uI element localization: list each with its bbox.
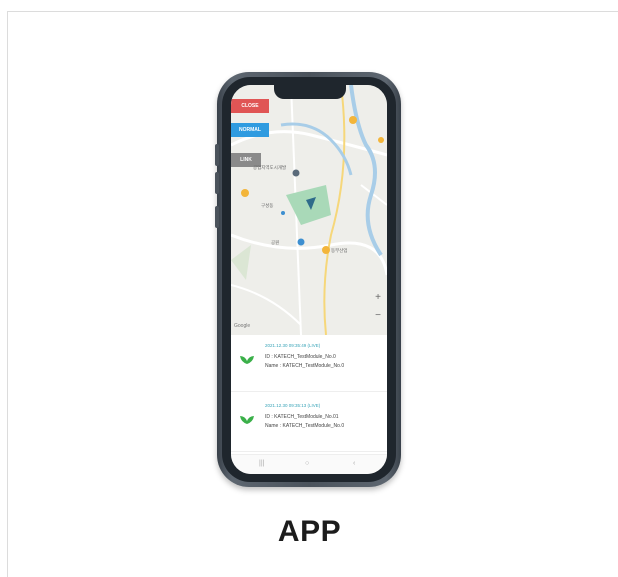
map-label: 동부산업 (331, 248, 348, 253)
phone-side-button (215, 144, 219, 166)
device-list: 2021.12.30 09:35:49 (LIVE) ID : KATECH_T… (231, 335, 387, 455)
leaf-icon (240, 356, 254, 364)
home-icon[interactable]: ○ (305, 460, 309, 467)
map-label: 구성동 (261, 203, 274, 208)
phone-side-button (215, 206, 219, 228)
zoom-out-button[interactable]: − (373, 311, 383, 321)
caption-title: APP (277, 515, 342, 548)
google-logo: Google (234, 323, 251, 329)
menu-icon[interactable]: ||| (259, 460, 264, 467)
map-view[interactable]: CLOSE NORMAL LINK 공업지역도시개발 구성동 공원 동부산업 +… (231, 85, 387, 335)
list-item[interactable]: 2021.12.30 09:35:13 (LIVE) ID : KATECH_T… (231, 395, 387, 452)
list-item-name: Name : KATECH_TestModule_No.0 (265, 423, 345, 429)
leaf-icon (240, 416, 254, 424)
close-button[interactable]: CLOSE (231, 99, 269, 113)
list-item-name: Name : KATECH_TestModule_No.0 (265, 363, 345, 369)
list-item-date: 2021.12.30 09:35:49 (LIVE) (265, 343, 321, 348)
normal-mode-button[interactable]: NORMAL (231, 123, 269, 137)
zoom-in-button[interactable]: + (373, 293, 383, 303)
map-label: 공원 (271, 240, 280, 245)
list-item-id: ID : KATECH_TestModule_No.0 (265, 354, 336, 360)
product-card: CLOSE NORMAL LINK 공업지역도시개발 구성동 공원 동부산업 +… (7, 11, 618, 577)
phone-screen: CLOSE NORMAL LINK 공업지역도시개발 구성동 공원 동부산업 +… (231, 85, 387, 474)
list-item[interactable]: 2021.12.30 09:35:49 (LIVE) ID : KATECH_T… (231, 335, 387, 392)
list-item-date: 2021.12.30 09:35:13 (LIVE) (265, 403, 321, 408)
phone-mockup: CLOSE NORMAL LINK 공업지역도시개발 구성동 공원 동부산업 +… (215, 72, 401, 487)
phone-side-button (215, 172, 219, 194)
list-item-id: ID : KATECH_TestModule_No.01 (265, 414, 339, 420)
phone-notch (274, 85, 346, 99)
map-label: 공업지역도시개발 (253, 165, 287, 170)
back-icon[interactable]: ‹ (353, 460, 355, 467)
android-nav-bar: ||| ○ ‹ (231, 454, 387, 474)
